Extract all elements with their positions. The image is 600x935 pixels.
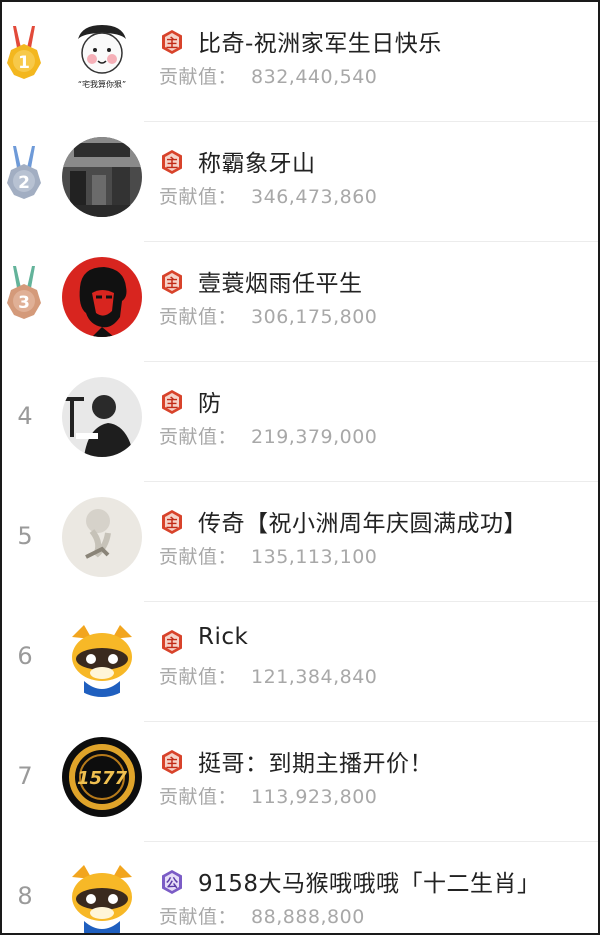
rank-number: 7	[17, 762, 33, 790]
host-badge-icon: 主	[162, 30, 182, 54]
svg-text:主: 主	[166, 35, 178, 50]
user-avatar[interactable]	[62, 617, 142, 697]
svg-text:3: 3	[18, 293, 30, 313]
svg-text:主: 主	[166, 635, 178, 650]
gold-medal-icon: 1	[7, 26, 41, 79]
contribution-value: 贡献值： 306,175,800	[159, 306, 378, 328]
svg-text:主: 主	[166, 275, 178, 290]
svg-text:1577: 1577	[77, 768, 128, 789]
contribution-value: 贡献值： 832,440,540	[159, 66, 378, 88]
bronze-medal-icon: 3	[7, 266, 41, 319]
host-badge-icon: 主	[162, 390, 182, 414]
rank-number: 8	[17, 882, 33, 910]
user-name: Rick	[198, 624, 249, 650]
leaderboard-list: 1 “宅我算你狠” 主 比奇-祝洲家军生日快乐 贡献值：832,440,540	[0, 0, 600, 935]
svg-text:1: 1	[18, 53, 30, 73]
user-avatar[interactable]	[62, 257, 142, 337]
rank-number: 5	[17, 522, 33, 550]
contribution-value: 贡献值： 88,888,800	[159, 906, 365, 928]
contribution-value: 贡献值： 121,384,840	[159, 666, 378, 688]
leaderboard-row-2[interactable]: 2 主 称霸象牙山 贡献值： 346,473,860	[2, 122, 598, 242]
public-badge-icon: 公	[162, 870, 182, 894]
contribution-value: 贡献值： 346,473,860	[159, 186, 378, 208]
svg-text:2: 2	[18, 173, 30, 193]
host-badge-icon: 主	[162, 750, 182, 774]
leaderboard-row-5[interactable]: 5 主 传奇【祝小洲周年庆圆满成功】 贡献值： 135,113,100	[2, 482, 598, 602]
user-name: 传奇【祝小洲周年庆圆满成功】	[198, 511, 527, 537]
user-avatar[interactable]	[62, 377, 142, 457]
host-badge-icon: 主	[162, 270, 182, 294]
rank-number: 6	[17, 642, 33, 670]
svg-text:主: 主	[166, 155, 178, 170]
user-name: 防	[198, 391, 222, 417]
user-avatar[interactable]: “宅我算你狠”	[62, 17, 142, 97]
user-avatar[interactable]	[62, 857, 142, 933]
contribution-value: 贡献值： 135,113,100	[159, 546, 378, 568]
leaderboard-row-4[interactable]: 4 主 防 贡献值： 219,379,000	[2, 362, 598, 482]
contribution-value: 贡献值： 113,923,800	[159, 786, 378, 808]
user-name: 9158大马猴哦哦哦「十二生肖」	[198, 871, 541, 897]
user-name: 挺哥：到期主播开价！	[198, 751, 433, 777]
contribution-value: 贡献值： 219,379,000	[159, 426, 378, 448]
host-badge-icon: 主	[162, 150, 182, 174]
user-name: 称霸象牙山	[198, 151, 316, 177]
leaderboard-row-6[interactable]: 6 主 Rick 贡献值： 121,384,840	[2, 602, 598, 722]
svg-text:“宅我算你狠”: “宅我算你狠”	[78, 79, 126, 89]
svg-text:主: 主	[166, 755, 178, 770]
user-name: 壹蓑烟雨任平生	[198, 271, 363, 297]
user-name: 比奇-祝洲家军生日快乐	[198, 31, 442, 57]
svg-text:公: 公	[166, 876, 178, 890]
user-avatar[interactable]	[62, 497, 142, 577]
user-avatar[interactable]	[62, 137, 142, 217]
leaderboard-row-1[interactable]: 1 “宅我算你狠” 主 比奇-祝洲家军生日快乐 贡献值： 832,440,540	[2, 2, 598, 122]
rank-number: 4	[17, 402, 33, 430]
host-badge-icon: 主	[162, 630, 182, 654]
silver-medal-icon: 2	[7, 146, 41, 199]
leaderboard-row-3[interactable]: 3 主 壹蓑烟雨任平生 贡献值： 306,175,800	[2, 242, 598, 362]
host-badge-icon: 主	[162, 510, 182, 534]
leaderboard-row-7[interactable]: 7 1577 主 挺哥：到期主播开价！ 贡献值： 113,923,800	[2, 722, 598, 842]
leaderboard-row-8[interactable]: 8 公 9158大马猴哦哦哦「十二生肖」 贡献值： 88,888,800	[2, 842, 598, 933]
svg-text:主: 主	[166, 515, 178, 530]
svg-text:主: 主	[166, 395, 178, 410]
user-avatar[interactable]: 1577	[62, 737, 142, 817]
